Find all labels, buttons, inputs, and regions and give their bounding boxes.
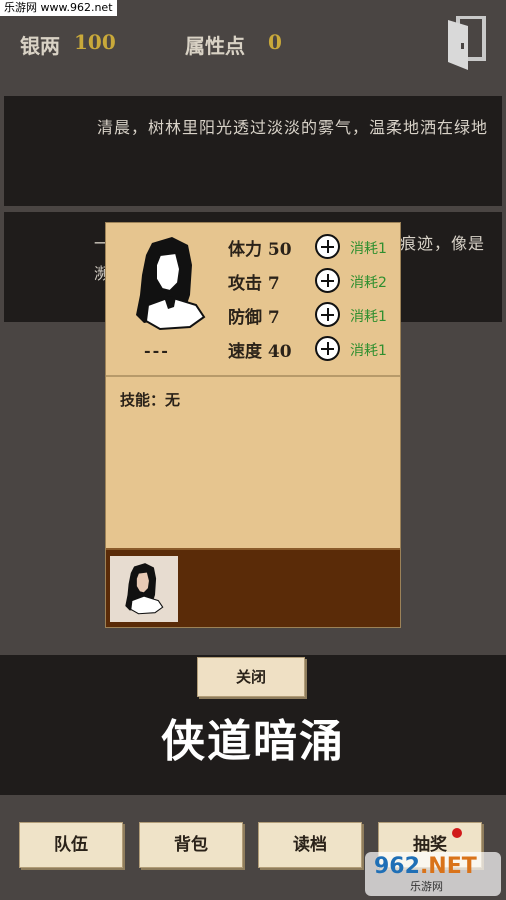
character-portrait xyxy=(136,237,206,331)
team-slot-1[interactable] xyxy=(110,556,178,622)
watermark-logo-text: 962.NET xyxy=(374,854,477,879)
character-dialog: --- 体力 50 消耗1 攻击 7 消耗2 防御 7 消耗1 速度 40 消耗… xyxy=(105,222,401,628)
watermark-logo-number: 962 xyxy=(374,854,420,879)
watermark-logo-suffix: .NET xyxy=(419,854,477,879)
attr-speed-cost: 消耗1 xyxy=(350,343,387,359)
attribute-points-value: 0 xyxy=(268,30,282,54)
dialog-divider xyxy=(106,375,400,377)
notification-dot xyxy=(452,828,462,838)
attr-speed-label: 速度 40 xyxy=(228,342,292,362)
game-title: 侠道暗涌 xyxy=(161,716,345,767)
silver-value: 100 xyxy=(74,30,116,54)
plus-stamina-button[interactable] xyxy=(315,234,340,259)
silver-label: 银两 xyxy=(20,34,60,58)
attr-attack-label: 攻击 7 xyxy=(228,274,280,294)
watermark-sub-text: 乐游网 xyxy=(410,880,443,893)
close-button[interactable]: 关闭 xyxy=(197,657,305,697)
attr-defense-label: 防御 7 xyxy=(228,308,280,328)
nav-team-button[interactable]: 队伍 xyxy=(19,822,123,868)
plus-defense-button[interactable] xyxy=(315,302,340,327)
team-member-avatar xyxy=(125,563,164,615)
watermark-top-left: 乐游网 www.962.net xyxy=(0,0,117,16)
story-text-2-fragment-c: 痕迹，像是 xyxy=(400,234,486,253)
plus-attack-button[interactable] xyxy=(315,268,340,293)
nav-bag-button[interactable]: 背包 xyxy=(139,822,243,868)
nav-load-button[interactable]: 读档 xyxy=(258,822,362,868)
team-member-bar xyxy=(106,548,400,627)
attribute-points-label: 属性点 xyxy=(185,34,245,58)
attr-stamina-cost: 消耗1 xyxy=(350,241,387,257)
attr-stamina-label: 体力 50 xyxy=(228,240,292,260)
exit-door-icon[interactable] xyxy=(446,16,486,70)
character-name: --- xyxy=(144,341,170,360)
story-text-1: 清晨，树林里阳光透过淡淡的雾气，温柔地洒在绿地 xyxy=(97,118,489,137)
skills-text: 技能：无 xyxy=(120,391,181,409)
plus-speed-button[interactable] xyxy=(315,336,340,361)
attr-defense-cost: 消耗1 xyxy=(350,309,387,325)
attr-attack-cost: 消耗2 xyxy=(350,275,387,291)
